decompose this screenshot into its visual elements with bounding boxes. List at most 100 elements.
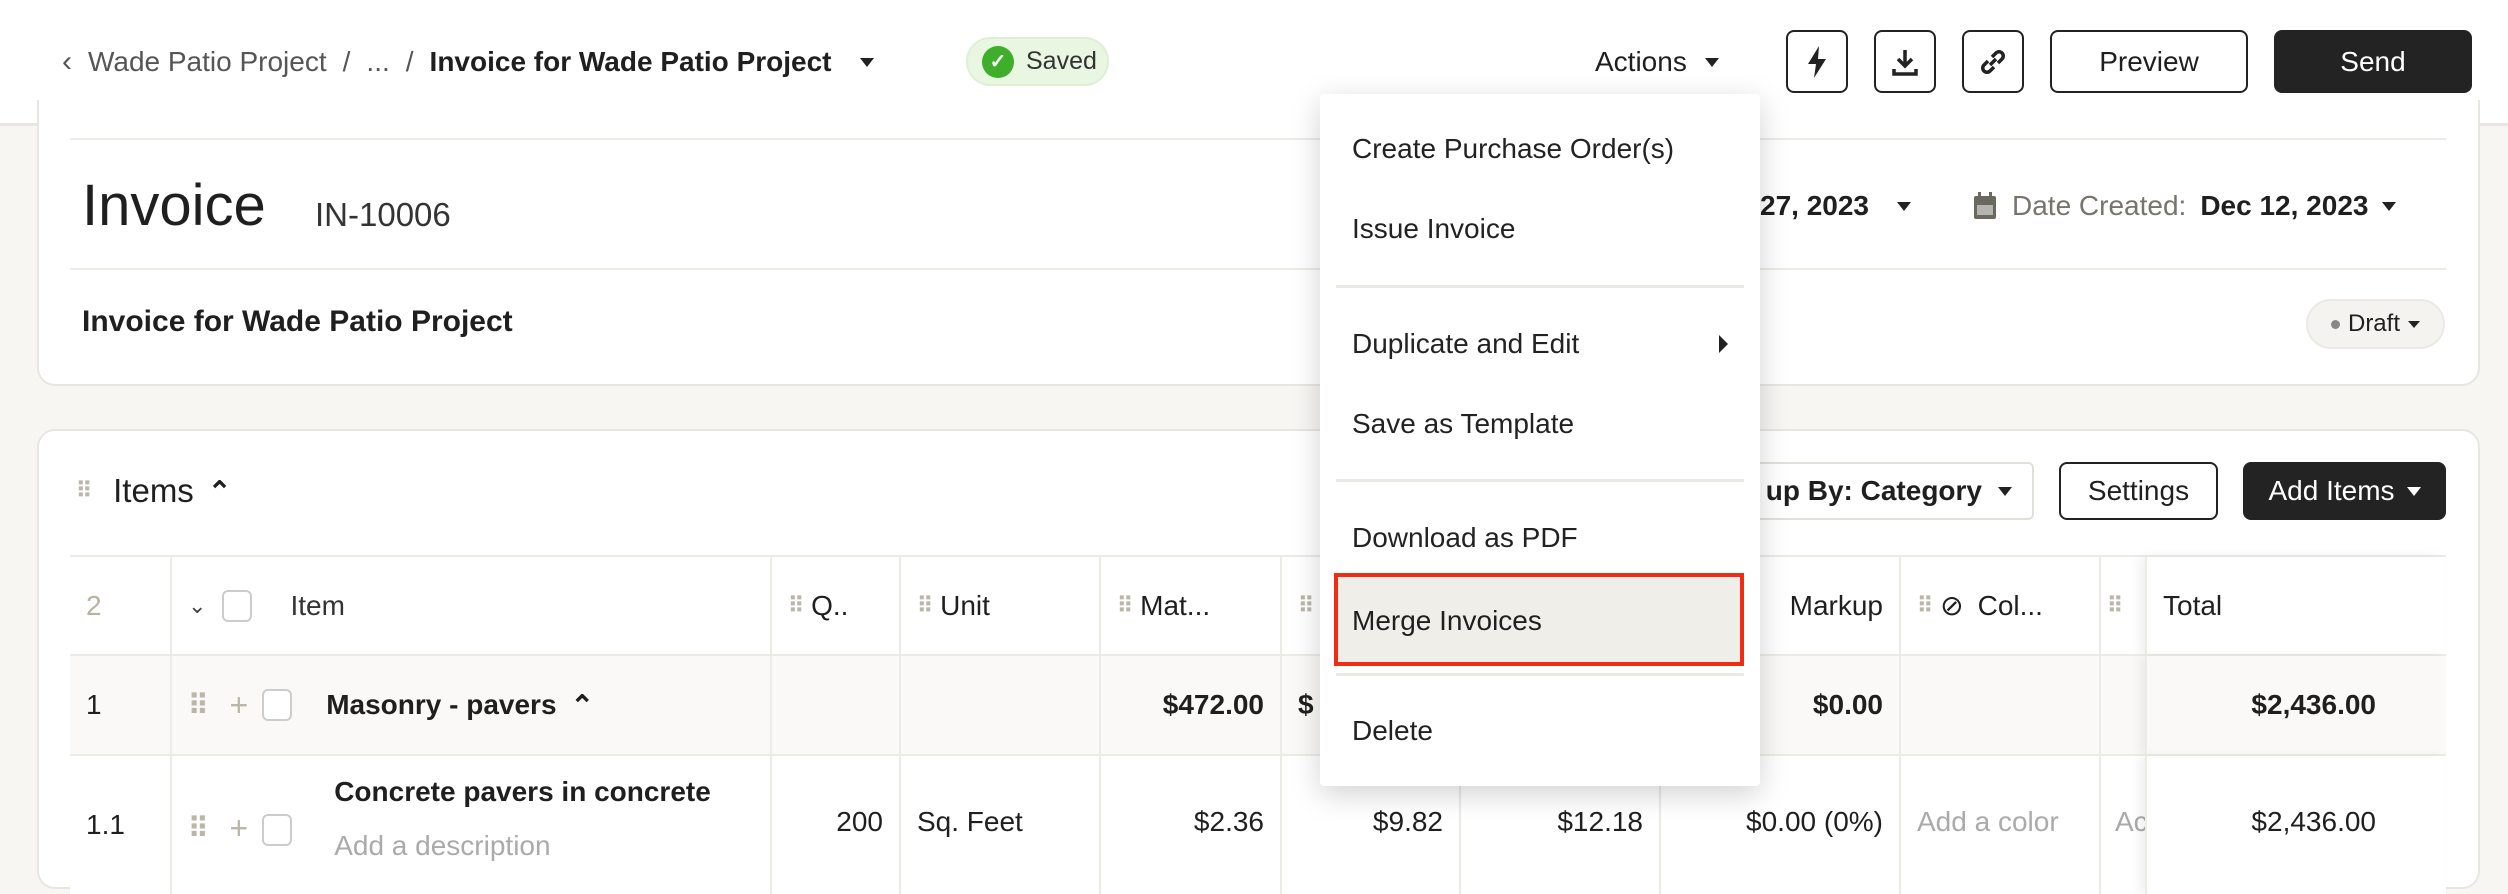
unit-cell[interactable] xyxy=(899,656,1099,754)
page-title: Invoice xyxy=(82,173,266,238)
link-button[interactable] xyxy=(1962,30,2024,93)
menu-item-create-purchase-order[interactable]: Create Purchase Order(s) xyxy=(1352,131,1674,167)
send-button[interactable]: Send xyxy=(2274,30,2472,93)
chevron-up-icon[interactable]: ⌃ xyxy=(208,475,231,508)
menu-item-issue-invoice[interactable]: Issue Invoice xyxy=(1352,211,1515,247)
invoice-name[interactable]: Invoice for Wade Patio Project xyxy=(82,305,513,339)
material-cell[interactable]: $472.00 xyxy=(1099,656,1280,754)
status-badge[interactable]: Draft xyxy=(2306,299,2445,349)
invoice-header-card xyxy=(37,100,2480,386)
column-header-10[interactable]: ⠿ xyxy=(2099,557,2145,654)
date-created-value: Dec 12, 2023 xyxy=(2200,190,2369,221)
lightning-icon xyxy=(1808,45,1826,78)
eye-slash-icon[interactable]: ⊘ xyxy=(1940,589,1963,622)
total-cell: $2,436.00 xyxy=(2145,756,2446,894)
chevron-down-icon xyxy=(1998,486,2012,496)
group-name: Masonry - pavers xyxy=(326,689,557,720)
col10-cell[interactable]: Ac xyxy=(2099,756,2145,894)
drag-handle-icon[interactable]: ⠿ xyxy=(1298,593,1314,619)
item-cell[interactable]: ⠿ + Concrete pavers in concrete Add a de… xyxy=(170,756,770,894)
add-icon[interactable]: + xyxy=(230,810,249,847)
check-icon: ✓ xyxy=(982,45,1014,78)
chevron-down-icon[interactable] xyxy=(859,57,874,67)
drag-handle-icon[interactable]: ⠿ xyxy=(188,812,208,845)
unit-cell[interactable]: Sq. Feet xyxy=(899,756,1099,894)
menu-item-save-as-template[interactable]: Save as Template xyxy=(1352,406,1574,442)
actions-menu: Create Purchase Order(s) Issue Invoice D… xyxy=(1320,94,1760,786)
date-created-label: Date Created: xyxy=(2012,190,2187,221)
row-checkbox[interactable] xyxy=(262,814,293,846)
due-date-value: 27, 2023 xyxy=(1760,190,1869,221)
add-items-label: Add Items xyxy=(2268,475,2395,506)
breadcrumb-current[interactable]: Invoice for Wade Patio Project xyxy=(430,44,832,80)
actions-button[interactable]: Actions xyxy=(1595,44,1719,80)
chevron-down-icon xyxy=(2382,201,2397,211)
drag-handle-icon[interactable]: ⠿ xyxy=(76,478,92,504)
column-header-item[interactable]: ⌄ Item xyxy=(170,557,770,654)
due-date-select[interactable]: 27, 2023 xyxy=(1760,190,1911,222)
breadcrumb-ellipsis[interactable]: ... xyxy=(366,44,389,80)
material-cell[interactable]: $2.36 xyxy=(1099,756,1280,894)
lightning-button[interactable] xyxy=(1786,30,1848,93)
item-cell[interactable]: ⠿ + Masonry - pavers ⌃ xyxy=(170,656,770,754)
invoice-number: IN-10006 xyxy=(315,196,451,233)
breadcrumb-separator: / xyxy=(405,46,414,77)
add-items-button[interactable]: Add Items xyxy=(2243,462,2446,520)
qty-cell[interactable]: 200 xyxy=(770,756,899,894)
qty-cell[interactable] xyxy=(770,656,899,754)
column-label: Item xyxy=(290,589,345,621)
download-icon xyxy=(1892,49,1918,76)
chevron-down-icon xyxy=(1704,57,1719,67)
menu-item-label: Merge Invoices xyxy=(1352,605,1542,636)
select-all-checkbox[interactable] xyxy=(222,589,253,622)
item-name[interactable]: Concrete pavers in concrete xyxy=(334,776,711,808)
drag-handle-icon[interactable]: ⠿ xyxy=(1917,593,1933,619)
table-row[interactable]: 1.1 ⠿ + Concrete pavers in concrete Add … xyxy=(70,754,2446,894)
drag-handle-icon[interactable]: ⠿ xyxy=(188,689,208,722)
divider xyxy=(70,138,2446,140)
menu-divider xyxy=(1336,285,1744,288)
saved-badge: ✓ Saved xyxy=(966,37,1109,86)
date-created-select[interactable]: Date Created: Dec 12, 2023 xyxy=(1972,190,2397,222)
collapse-all-icon[interactable]: ⌄ xyxy=(188,593,206,619)
menu-item-duplicate-and-edit[interactable]: Duplicate and Edit xyxy=(1352,326,1728,362)
color-cell[interactable] xyxy=(1899,656,2099,754)
items-section-header[interactable]: ⠿ Items ⌃ xyxy=(76,472,231,510)
chevron-down-icon xyxy=(2406,486,2421,496)
link-icon xyxy=(1981,49,2005,74)
column-header-qty[interactable]: ⠿ Q.. xyxy=(770,557,899,654)
preview-button[interactable]: Preview xyxy=(2050,30,2248,93)
status-label: Draft xyxy=(2347,310,2400,337)
column-label: Unit xyxy=(940,589,990,621)
column-header-material[interactable]: ⠿ Mat... xyxy=(1099,557,1280,654)
download-button[interactable] xyxy=(1874,30,1936,93)
row-count: 2 xyxy=(86,589,102,621)
drag-handle-icon[interactable]: ⠿ xyxy=(1117,593,1133,619)
breadcrumb-parent[interactable]: Wade Patio Project xyxy=(88,44,327,80)
column-header-unit[interactable]: ⠿ Unit xyxy=(899,557,1099,654)
menu-item-merge-invoices[interactable]: Merge Invoices xyxy=(1334,573,1744,666)
table-row[interactable]: 1 ⠿ + Masonry - pavers ⌃ $472.00 $ $0.00… xyxy=(70,654,2446,754)
add-icon[interactable]: + xyxy=(230,687,249,724)
drag-handle-icon[interactable]: ⠿ xyxy=(917,593,933,619)
color-input[interactable]: Add a color xyxy=(1899,756,2099,894)
chevron-down-icon xyxy=(2408,320,2420,328)
items-title: Items xyxy=(113,472,194,509)
chevron-right-icon xyxy=(1719,335,1728,353)
column-header-color[interactable]: ⠿ ⊘ Col... xyxy=(1899,557,2099,654)
column-label: Mat... xyxy=(1140,589,1211,621)
menu-item-delete[interactable]: Delete xyxy=(1352,713,1433,749)
drag-handle-icon[interactable]: ⠿ xyxy=(2107,593,2123,619)
total-cell: $2,436.00 xyxy=(2145,656,2446,754)
column-header-total[interactable]: Total xyxy=(2145,557,2446,654)
col10-cell[interactable] xyxy=(2099,656,2145,754)
item-description-input[interactable]: Add a description xyxy=(334,830,711,862)
menu-item-download-pdf[interactable]: Download as PDF xyxy=(1352,520,1578,556)
menu-divider xyxy=(1336,673,1744,676)
divider xyxy=(70,268,2446,270)
chevron-up-icon[interactable]: ⌃ xyxy=(571,689,594,722)
back-chevron-icon[interactable]: ‹ xyxy=(62,44,72,80)
row-checkbox[interactable] xyxy=(262,689,293,721)
settings-button[interactable]: Settings xyxy=(2059,462,2218,520)
drag-handle-icon[interactable]: ⠿ xyxy=(788,593,804,619)
